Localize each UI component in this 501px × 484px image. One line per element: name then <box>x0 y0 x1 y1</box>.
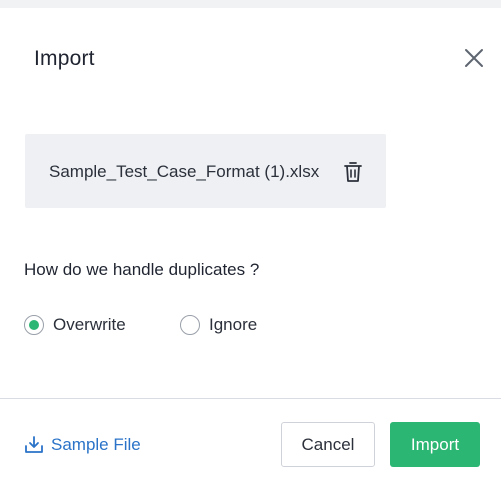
duplicates-question: How do we handle duplicates ? <box>24 260 260 279</box>
remove-file-button[interactable] <box>343 161 363 183</box>
radio-selected-dot <box>29 320 39 330</box>
file-name: Sample_Test_Case_Format (1).xlsx <box>49 162 320 181</box>
radio-ignore-label: Ignore <box>209 315 258 334</box>
import-modal: Import Sample_Test_Case_Format (1).xlsx … <box>0 8 501 484</box>
selected-file-box: Sample_Test_Case_Format (1).xlsx <box>25 134 386 208</box>
radio-ignore-circle[interactable] <box>180 315 200 335</box>
backdrop-strip <box>0 0 501 8</box>
radio-ignore[interactable]: Ignore <box>180 314 257 336</box>
radio-overwrite-label: Overwrite <box>53 315 126 334</box>
close-icon <box>465 49 483 67</box>
radio-overwrite[interactable]: Overwrite <box>24 314 126 336</box>
close-button[interactable] <box>462 46 486 70</box>
download-icon <box>25 436 43 453</box>
import-button[interactable]: Import <box>390 422 480 467</box>
footer-divider <box>0 398 501 399</box>
cancel-button[interactable]: Cancel <box>281 422 375 467</box>
page: Import Sample_Test_Case_Format (1).xlsx … <box>0 0 501 484</box>
sample-file-link[interactable]: Sample File <box>24 434 141 456</box>
sample-file-label: Sample File <box>51 435 141 454</box>
trash-icon <box>344 162 362 182</box>
radio-overwrite-circle[interactable] <box>24 315 44 335</box>
modal-title: Import <box>34 47 95 70</box>
